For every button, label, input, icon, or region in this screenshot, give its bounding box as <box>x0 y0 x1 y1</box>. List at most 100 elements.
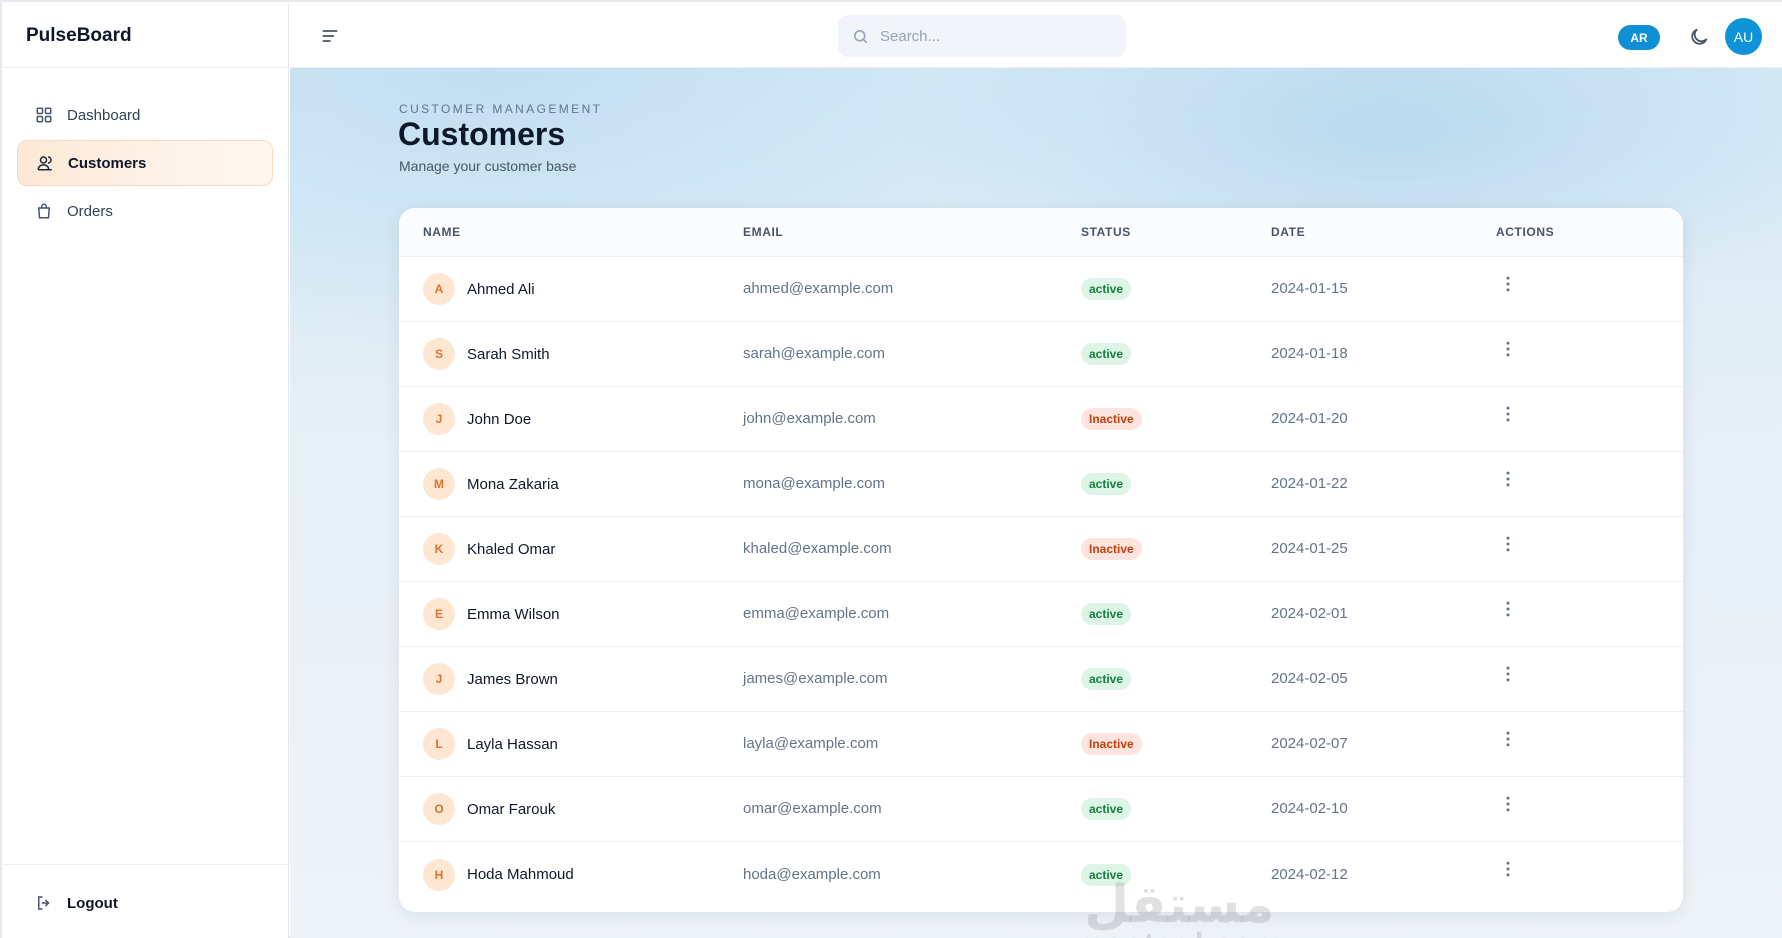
status-badge: active <box>1081 473 1132 495</box>
customer-email: layla@example.com <box>743 735 879 752</box>
actions-cell <box>1496 861 1683 884</box>
email-cell: john@example.com <box>743 410 1081 428</box>
table-row[interactable]: H Hoda Mahmoud hoda@example.com active 2024-… <box>399 842 1683 907</box>
customer-initial-avatar: S <box>423 338 455 370</box>
date-cell: 2024-02-05 <box>1271 670 1496 688</box>
sidebar-footer: Logout <box>2 864 288 938</box>
status-badge: Inactive <box>1081 538 1142 560</box>
customer-email: khaled@example.com <box>743 540 892 557</box>
customer-name: Layla Hassan <box>467 735 558 753</box>
table-row[interactable]: O Omar Farouk omar@example.com active 2024-0… <box>399 777 1683 842</box>
email-cell: ahmed@example.com <box>743 280 1081 298</box>
search-input[interactable] <box>880 27 1110 45</box>
customer-initial-avatar: K <box>423 533 455 565</box>
status-cell: active <box>1081 473 1271 495</box>
more-vertical-icon[interactable] <box>1498 664 1518 684</box>
more-vertical-icon[interactable] <box>1498 469 1518 489</box>
actions-cell <box>1496 341 1683 364</box>
customer-name: James Brown <box>467 670 558 688</box>
email-cell: mona@example.com <box>743 475 1081 493</box>
date-cell: 2024-02-10 <box>1271 800 1496 818</box>
customer-date: 2024-02-10 <box>1271 800 1348 817</box>
email-cell: khaled@example.com <box>743 540 1081 558</box>
column-header-name[interactable]: NAME <box>399 225 743 239</box>
table-row[interactable]: S Sarah Smith sarah@example.com active 2024-… <box>399 322 1683 387</box>
customer-email: sarah@example.com <box>743 345 885 362</box>
customer-name: Emma Wilson <box>467 605 560 623</box>
sidebar-item-label: Customers <box>68 154 147 172</box>
user-avatar[interactable]: AU <box>1725 18 1762 55</box>
customer-date: 2024-02-05 <box>1271 670 1348 687</box>
customer-name: Ahmed Ali <box>467 280 535 298</box>
customer-date: 2024-02-01 <box>1271 605 1348 622</box>
customer-initial-avatar: M <box>423 468 455 500</box>
more-vertical-icon[interactable] <box>1498 599 1518 619</box>
customer-initial-avatar: O <box>423 793 455 825</box>
page-subtitle: Manage your customer base <box>399 158 577 174</box>
date-cell: 2024-01-15 <box>1271 280 1496 298</box>
sidebar-nav: Dashboard Customers Orders <box>2 68 288 234</box>
sidebar-item-customers[interactable]: Customers <box>17 140 273 186</box>
column-header-status[interactable]: STATUS <box>1081 225 1271 239</box>
actions-cell <box>1496 666 1683 689</box>
customer-date: 2024-01-20 <box>1271 410 1348 427</box>
status-badge: active <box>1081 278 1132 300</box>
more-vertical-icon[interactable] <box>1498 404 1518 424</box>
more-vertical-icon[interactable] <box>1498 339 1518 359</box>
column-header-actions: ACTIONS <box>1496 225 1555 239</box>
status-badge: active <box>1081 603 1132 625</box>
email-cell: james@example.com <box>743 670 1081 688</box>
topbar: AR AU <box>290 4 1782 68</box>
status-cell: Inactive <box>1081 408 1271 430</box>
table-row[interactable]: M Mona Zakaria mona@example.com active 2024-… <box>399 452 1683 517</box>
status-badge: active <box>1081 343 1132 365</box>
language-toggle-button[interactable]: AR <box>1618 25 1660 50</box>
status-cell: active <box>1081 343 1271 365</box>
more-vertical-icon[interactable] <box>1498 534 1518 554</box>
customer-initial-avatar: H <box>423 858 455 891</box>
table-row[interactable]: L Layla Hassan layla@example.com Inactive 20… <box>399 712 1683 777</box>
column-header-email[interactable]: EMAIL <box>743 225 1081 239</box>
users-icon <box>36 154 54 172</box>
table-row[interactable]: K Khaled Omar khaled@example.com Inactive 20… <box>399 517 1683 582</box>
email-cell: omar@example.com <box>743 800 1081 818</box>
sidebar-item-orders[interactable]: Orders <box>17 188 273 234</box>
sidebar-item-label: Orders <box>67 202 113 220</box>
table-row[interactable]: J James Brown james@example.com active 2024-… <box>399 647 1683 712</box>
more-vertical-icon[interactable] <box>1498 729 1518 749</box>
brand-logo[interactable]: PulseBoard <box>2 4 288 68</box>
table-row[interactable]: J John Doe john@example.com Inactive 2024-01… <box>399 387 1683 452</box>
table-row[interactable]: E Emma Wilson emma@example.com active 2024-0… <box>399 582 1683 647</box>
moon-icon[interactable] <box>1688 26 1710 48</box>
more-vertical-icon[interactable] <box>1498 859 1518 879</box>
customer-date: 2024-02-07 <box>1271 735 1348 752</box>
actions-cell <box>1496 796 1683 819</box>
email-cell: sarah@example.com <box>743 345 1081 363</box>
logout-label: Logout <box>67 894 118 912</box>
status-cell: active <box>1081 798 1271 820</box>
customer-name: John Doe <box>467 410 532 428</box>
status-cell: active <box>1081 278 1271 300</box>
table-row[interactable]: A Ahmed Ali ahmed@example.com active 2024-01… <box>399 257 1683 322</box>
search-box[interactable] <box>838 15 1126 57</box>
customer-initial-avatar: J <box>423 663 455 695</box>
column-header-date[interactable]: DATE <box>1271 225 1496 239</box>
date-cell: 2024-02-01 <box>1271 605 1496 623</box>
page-title: Customers <box>398 116 566 152</box>
status-cell: Inactive <box>1081 538 1271 560</box>
menu-icon[interactable] <box>320 26 340 46</box>
table-header: NAME EMAIL STATUS DATE ACTIONS <box>399 208 1683 257</box>
email-cell: hoda@example.com <box>743 866 1081 884</box>
email-cell: emma@example.com <box>743 605 1081 623</box>
status-badge: Inactive <box>1081 733 1142 755</box>
date-cell: 2024-01-18 <box>1271 345 1496 363</box>
logout-button[interactable]: Logout <box>17 880 273 926</box>
sidebar-item-dashboard[interactable]: Dashboard <box>17 92 273 138</box>
shopping-bag-icon <box>35 202 53 220</box>
more-vertical-icon[interactable] <box>1498 794 1518 814</box>
customer-name: Sarah Smith <box>467 345 550 363</box>
page-eyebrow: CUSTOMER MANAGEMENT <box>399 102 603 116</box>
status-badge: active <box>1081 798 1132 820</box>
date-cell: 2024-02-12 <box>1271 866 1496 884</box>
more-vertical-icon[interactable] <box>1498 274 1518 294</box>
